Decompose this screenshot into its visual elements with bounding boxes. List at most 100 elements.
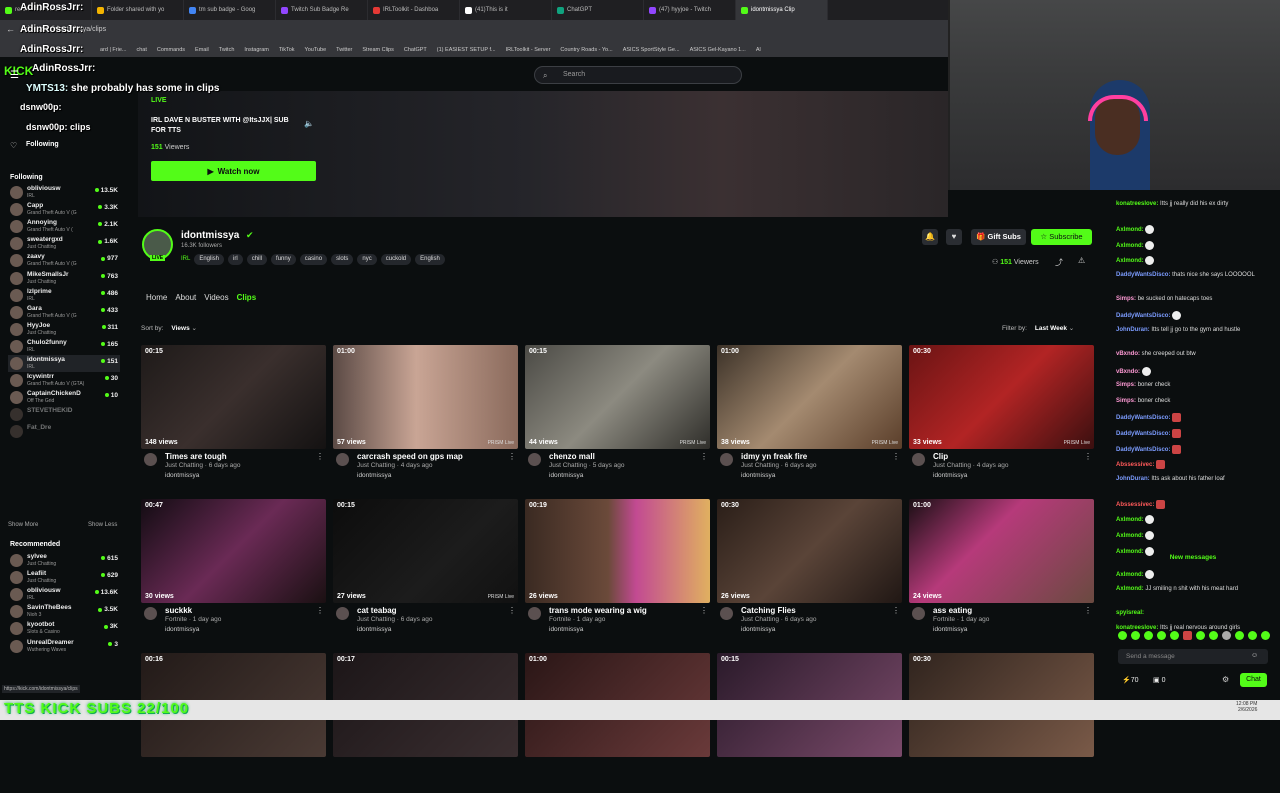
chat-username[interactable]: Abssessivec:	[1116, 462, 1154, 468]
tab-clips[interactable]: Clips	[237, 293, 257, 302]
clip-card[interactable]: 00:19 26 views trans mode wearing a wig For…	[525, 499, 710, 639]
sidebar-channel[interactable]: obliviousw IRL 13.6K	[8, 586, 120, 603]
bell-icon[interactable]: 🔔	[922, 229, 938, 245]
chat-username[interactable]: DaddyWantsDisco:	[1116, 447, 1170, 453]
clip-card[interactable]: 01:00	[525, 653, 710, 793]
chat-username[interactable]: konatreeslove:	[1116, 201, 1158, 207]
bookmark-item[interactable]: ChatGPT	[404, 47, 427, 53]
tag-chip[interactable]: nyc	[357, 254, 377, 265]
clip-thumbnail[interactable]: 00:19 26 views	[525, 499, 710, 603]
channel-points[interactable]: ⚡70	[1122, 676, 1139, 684]
clip-creator-avatar[interactable]	[144, 607, 157, 620]
filter-value[interactable]: Last Week	[1035, 325, 1067, 332]
settings-gear-icon[interactable]: ⚙	[1222, 675, 1229, 684]
new-messages-divider[interactable]: New messages	[1112, 554, 1274, 561]
bookmark-item[interactable]: Country Roads - Yo...	[560, 47, 612, 53]
clip-title[interactable]: chenzo mall	[549, 452, 595, 461]
clip-thumbnail[interactable]: 01:00 24 views	[909, 499, 1094, 603]
clip-creator-avatar[interactable]	[720, 607, 733, 620]
bookmark-item[interactable]: Stream Clips	[362, 47, 393, 53]
sidebar-channel[interactable]: sweatergxd Just Chatting 1.6K	[8, 235, 120, 252]
sidebar-channel[interactable]: Capp Grand Theft Auto V (G 3.3K	[8, 201, 120, 218]
more-options-icon[interactable]: ⋮	[316, 452, 324, 461]
clip-creator-avatar[interactable]	[912, 453, 925, 466]
emote-icon[interactable]	[1222, 631, 1231, 640]
category-link[interactable]: IRL	[181, 254, 190, 265]
emote-bar[interactable]	[1118, 631, 1270, 640]
chat-send-button[interactable]: Chat	[1240, 673, 1267, 687]
sidebar-channel[interactable]: MikeSmallsJr Just Chatting 763	[8, 270, 120, 287]
clip-title[interactable]: cat teabag	[357, 606, 397, 615]
bookmark-item[interactable]: Twitter	[336, 47, 352, 53]
more-options-icon[interactable]: ⋮	[892, 606, 900, 615]
sidebar-channel[interactable]: obliviousw IRL 13.5K	[8, 184, 120, 201]
sort-by-control[interactable]: Sort by: Views ⌄	[141, 324, 197, 332]
clip-card[interactable]: 00:30 33 views PRISM Live Clip Just Chatting…	[909, 345, 1094, 485]
emote-icon[interactable]	[1183, 631, 1192, 640]
clip-creator-avatar[interactable]	[720, 453, 733, 466]
chat-username[interactable]: vBxndo:	[1116, 351, 1140, 357]
chat-username[interactable]: Axlmond:	[1116, 586, 1144, 592]
emote-icon[interactable]	[1196, 631, 1205, 640]
browser-tab[interactable]: tm sub badge - Goog	[184, 0, 276, 20]
clip-card[interactable]: 00:30 26 views Catching Flies Just Chatting…	[717, 499, 902, 639]
clip-card[interactable]: 00:17	[333, 653, 518, 793]
tab-about[interactable]: About	[175, 293, 196, 302]
clip-title[interactable]: Times are tough	[165, 452, 227, 461]
emoji-icon[interactable]: ☺	[1251, 652, 1258, 659]
sidebar-channel[interactable]: sylvee Just Chatting 615	[8, 552, 120, 569]
tag-chip[interactable]: chill	[246, 254, 268, 265]
show-more-button[interactable]: Show More	[8, 522, 38, 528]
chat-username[interactable]: vBxndo:	[1116, 369, 1140, 375]
tag-chip[interactable]: English	[415, 254, 445, 265]
search-input[interactable]: ⌕ Search	[534, 66, 742, 84]
live-preview-banner[interactable]	[138, 91, 948, 217]
clip-creator-avatar[interactable]	[336, 607, 349, 620]
hamburger-menu-icon[interactable]: ☰	[10, 70, 19, 81]
bookmark-item[interactable]: IRLToolkit - Server	[506, 47, 551, 53]
clip-thumbnail[interactable]: 00:15 27 views PRISM Live	[333, 499, 518, 603]
more-options-icon[interactable]: ⋮	[1084, 452, 1092, 461]
emote-icon[interactable]	[1261, 631, 1270, 640]
clip-card[interactable]: 01:00 24 views ass eating Fortnite · 1 day …	[909, 499, 1094, 639]
clip-title[interactable]: Catching Flies	[741, 606, 796, 615]
emote-icon[interactable]	[1118, 631, 1127, 640]
clip-card[interactable]: 00:15 44 views PRISM Live chenzo mall Just C…	[525, 345, 710, 485]
browser-tab[interactable]: Folder shared with yo	[92, 0, 184, 20]
chat-username[interactable]: Simps:	[1116, 296, 1136, 302]
chat-username[interactable]: DaddyWantsDisco:	[1116, 272, 1170, 278]
clip-streamer[interactable]: idontmissya	[165, 626, 199, 633]
volume-icon[interactable]: 🔈	[304, 119, 314, 128]
clip-streamer[interactable]: idontmissya	[165, 472, 199, 479]
sidebar-channel[interactable]: SavinTheBees Nioh 3 3.5K	[8, 603, 120, 620]
bookmark-item[interactable]: (1) EASIEST SETUP f...	[437, 47, 496, 53]
tag-chip[interactable]: irl	[228, 254, 243, 265]
gift-subs-button[interactable]: 🎁 Gift Subs	[971, 229, 1026, 245]
sidebar-channel[interactable]: zaavy Grand Theft Auto V (G 977	[8, 252, 120, 269]
more-options-icon[interactable]: ⋮	[700, 452, 708, 461]
bookmark-item[interactable]: Twitch	[219, 47, 235, 53]
emote-icon[interactable]	[1144, 631, 1153, 640]
tag-chip[interactable]: casino	[299, 254, 328, 265]
browser-tab[interactable]: IRLToolkit - Dashboa	[368, 0, 460, 20]
filter-by-control[interactable]: Filter by: Last Week ⌄	[1002, 324, 1074, 332]
bookmark-item[interactable]: ard | Frie...	[100, 47, 127, 53]
emote-icon[interactable]	[1170, 631, 1179, 640]
emote-icon[interactable]	[1209, 631, 1218, 640]
emote-icon[interactable]	[1248, 631, 1257, 640]
bookmark-item[interactable]: Instagram	[244, 47, 268, 53]
clip-card[interactable]: 00:47 30 views suckkk Fortnite · 1 day ago i…	[141, 499, 326, 639]
bookmark-item[interactable]: ASICS Gel-Kayano 1...	[690, 47, 746, 53]
share-icon[interactable]: ⤴	[1055, 257, 1063, 268]
subscribe-button[interactable]: ☆ Subscribe	[1031, 229, 1092, 245]
sidebar-channel[interactable]: idontmissya IRL 151	[8, 355, 120, 372]
sidebar-channel[interactable]: Fat_Dre	[8, 423, 120, 440]
follow-heart-icon[interactable]: ♥	[946, 229, 962, 245]
sidebar-channel[interactable]: Chulo2funny IRL 165	[8, 338, 120, 355]
clip-thumbnail[interactable]: 00:47 30 views	[141, 499, 326, 603]
secondary-points[interactable]: ▣ 0	[1153, 676, 1165, 684]
more-options-icon[interactable]: ⋮	[700, 606, 708, 615]
sidebar-channel[interactable]: Annoying Grand Theft Auto V (2.1K	[8, 218, 120, 235]
clip-thumbnail[interactable]: 01:00 57 views PRISM Live	[333, 345, 518, 449]
tag-chip[interactable]: English	[194, 254, 225, 265]
